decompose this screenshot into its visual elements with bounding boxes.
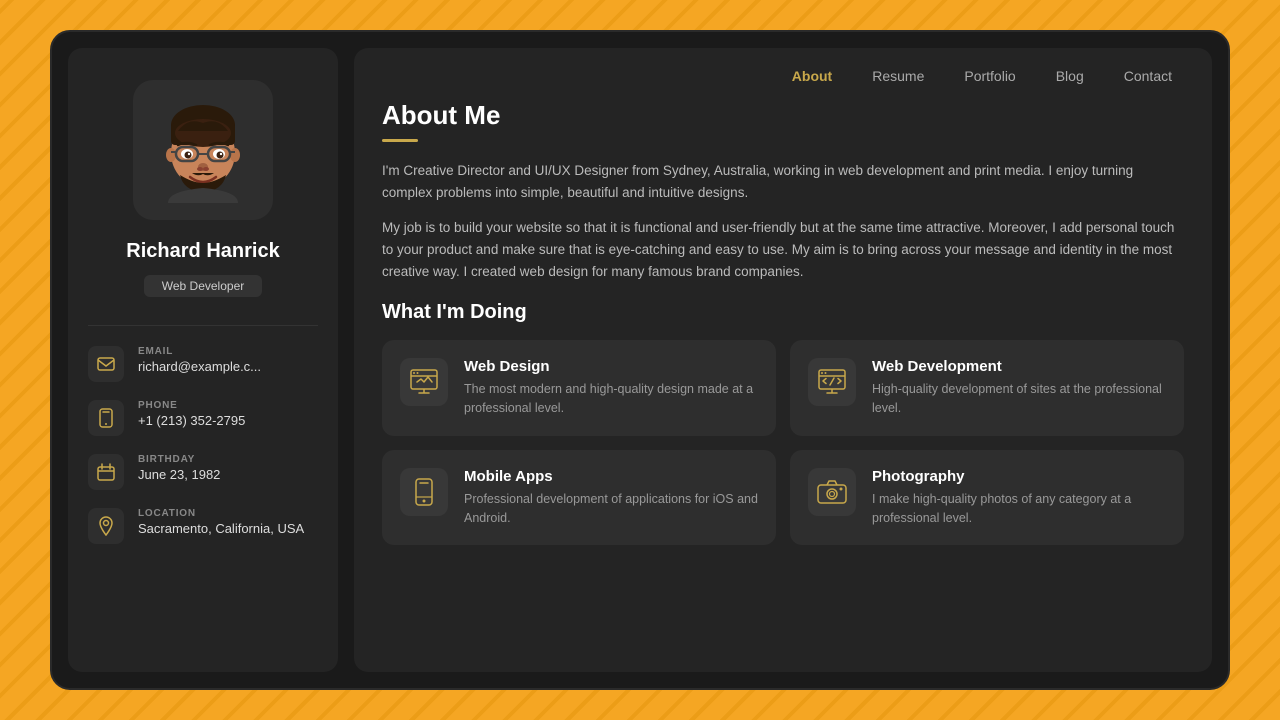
location-item: LOCATION Sacramento, California, USA (88, 508, 318, 544)
photo-name: Photography (872, 468, 1166, 485)
app-frame: Richard Hanrick Web Developer EMAIL rich… (50, 30, 1230, 690)
what-doing-title: What I'm Doing (382, 301, 1184, 324)
nav-about[interactable]: About (776, 62, 848, 90)
nav-resume[interactable]: Resume (856, 62, 940, 90)
contact-info-list: EMAIL richard@example.c... PHONE +1 (213… (88, 346, 318, 544)
phone-label: PHONE (138, 400, 245, 411)
web-dev-icon (808, 358, 856, 406)
bio-paragraph-1: I'm Creative Director and UI/UX Designer… (382, 160, 1184, 205)
web-dev-name: Web Development (872, 358, 1166, 375)
photo-desc: I make high-quality photos of any catego… (872, 490, 1166, 528)
service-mobile: Mobile Apps Professional development of … (382, 450, 776, 546)
services-grid: Web Design The most modern and high-qual… (382, 340, 1184, 545)
service-web-dev: Web Development High-quality development… (790, 340, 1184, 436)
mobile-name: Mobile Apps (464, 468, 758, 485)
email-text: EMAIL richard@example.c... (138, 346, 261, 374)
about-title: About Me (382, 100, 1184, 131)
navigation: About Resume Portfolio Blog Contact (354, 48, 1212, 90)
phone-item: PHONE +1 (213) 352-2795 (88, 400, 318, 436)
sidebar-divider (88, 325, 318, 326)
birthday-label: BIRTHDAY (138, 454, 220, 465)
service-photo: Photography I make high-quality photos o… (790, 450, 1184, 546)
profile-badge: Web Developer (144, 275, 263, 297)
location-text: LOCATION Sacramento, California, USA (138, 508, 304, 536)
nav-blog[interactable]: Blog (1040, 62, 1100, 90)
location-value: Sacramento, California, USA (138, 521, 304, 536)
mobile-icon (400, 468, 448, 516)
bio-paragraph-2: My job is to build your website so that … (382, 217, 1184, 284)
web-dev-text: Web Development High-quality development… (872, 358, 1166, 418)
title-underline (382, 139, 418, 142)
nav-contact[interactable]: Contact (1108, 62, 1188, 90)
mobile-desc: Professional development of applications… (464, 490, 758, 528)
photo-icon (808, 468, 856, 516)
birthday-text: BIRTHDAY June 23, 1982 (138, 454, 220, 482)
service-web-design: Web Design The most modern and high-qual… (382, 340, 776, 436)
photo-text: Photography I make high-quality photos o… (872, 468, 1166, 528)
nav-portfolio[interactable]: Portfolio (948, 62, 1031, 90)
email-icon (88, 346, 124, 382)
phone-text: PHONE +1 (213) 352-2795 (138, 400, 245, 428)
web-design-icon (400, 358, 448, 406)
sidebar: Richard Hanrick Web Developer EMAIL rich… (68, 48, 338, 672)
mobile-text: Mobile Apps Professional development of … (464, 468, 758, 528)
location-icon (88, 508, 124, 544)
phone-icon (88, 400, 124, 436)
birthday-icon (88, 454, 124, 490)
web-design-desc: The most modern and high-quality design … (464, 380, 758, 418)
birthday-item: BIRTHDAY June 23, 1982 (88, 454, 318, 490)
main-content: About Resume Portfolio Blog Contact Abou… (354, 48, 1212, 672)
location-label: LOCATION (138, 508, 304, 519)
email-value: richard@example.c... (138, 359, 261, 374)
phone-value: +1 (213) 352-2795 (138, 413, 245, 428)
web-dev-desc: High-quality development of sites at the… (872, 380, 1166, 418)
email-label: EMAIL (138, 346, 261, 357)
email-item: EMAIL richard@example.c... (88, 346, 318, 382)
web-design-name: Web Design (464, 358, 758, 375)
content-area: About Me I'm Creative Director and UI/UX… (354, 90, 1212, 672)
web-design-text: Web Design The most modern and high-qual… (464, 358, 758, 418)
birthday-value: June 23, 1982 (138, 467, 220, 482)
avatar (133, 80, 273, 220)
profile-name: Richard Hanrick (126, 240, 279, 263)
